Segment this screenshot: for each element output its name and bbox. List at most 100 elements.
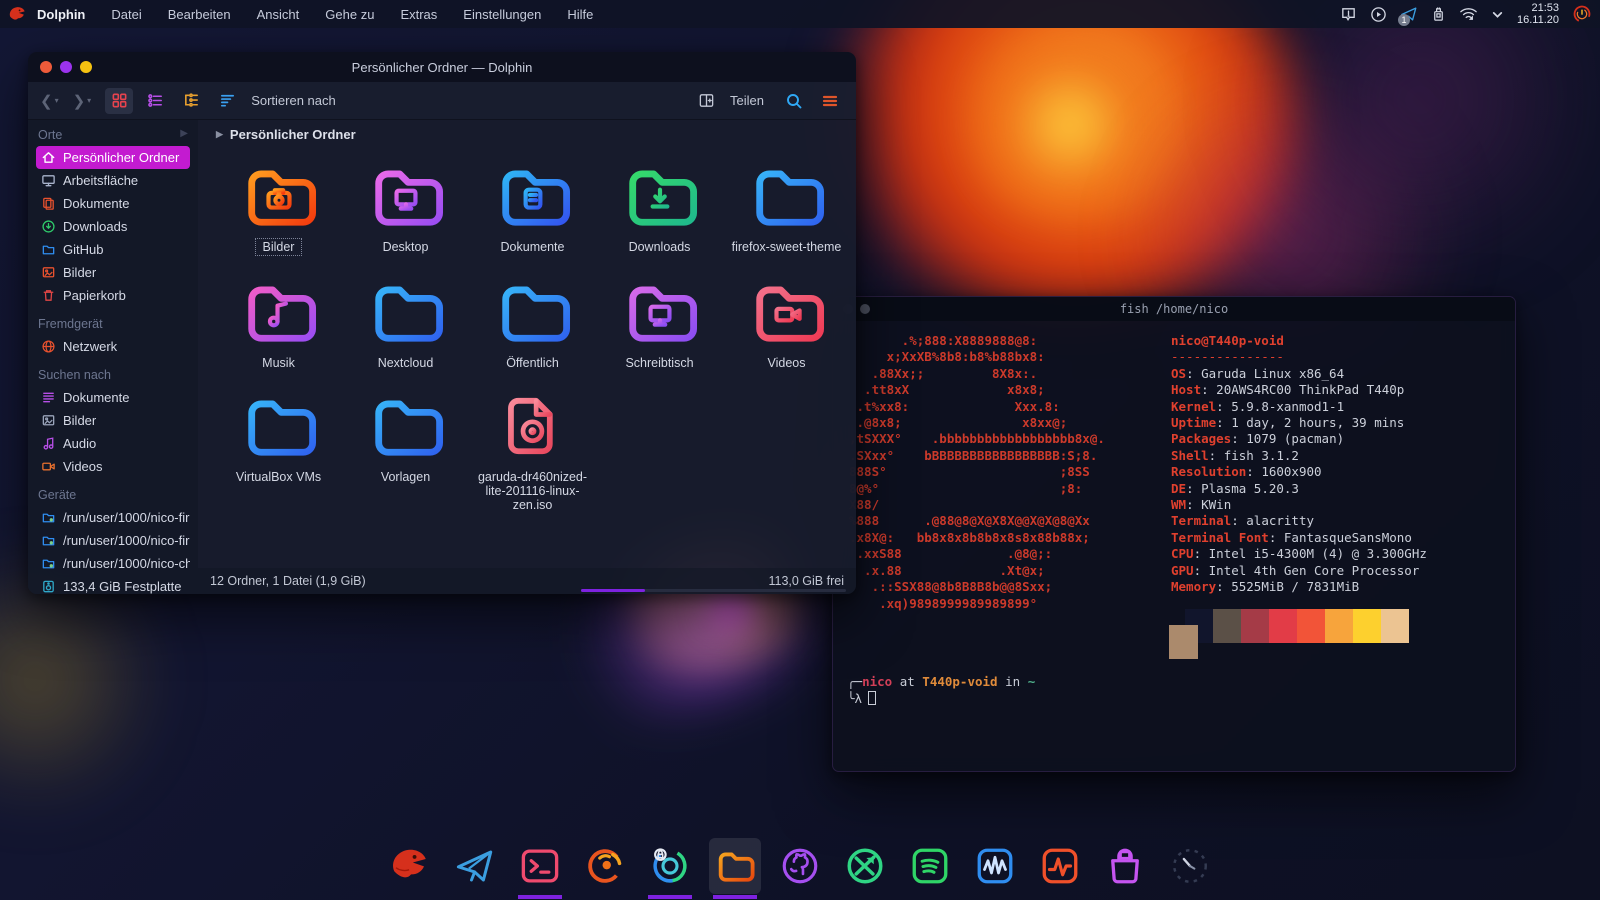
digital-clock[interactable]: 21:53 16.11.20	[1517, 2, 1559, 26]
split-view-icon[interactable]	[692, 88, 720, 114]
file-item-nextcloud[interactable]: Nextcloud	[343, 270, 468, 370]
neofetch-separator: ---------------	[1171, 349, 1427, 365]
dock-free-download-manager[interactable]	[839, 838, 891, 894]
sidebar-item-suche-dokumente[interactable]: Dokumente	[36, 386, 190, 409]
terminal-title: fish /home/nico	[833, 302, 1515, 316]
menu-gehe-zu[interactable]: Gehe zu	[325, 7, 374, 22]
dock-github[interactable]	[774, 838, 826, 894]
sidebar-item-mount-3[interactable]: /run/user/1000/nico-ch	[36, 552, 190, 575]
file-item-downloads[interactable]: Downloads	[597, 154, 722, 256]
compact-view-button[interactable]	[141, 88, 169, 114]
dolphin-titlebar[interactable]: Persönlicher Ordner — Dolphin	[28, 52, 856, 82]
share-button[interactable]: Teilen	[730, 93, 764, 108]
file-item-firefox-sweet-theme[interactable]: firefox-sweet-theme	[724, 154, 849, 256]
neofetch-info: nico@T440p-void --------------- OSGaruda…	[1171, 333, 1427, 596]
breadcrumb[interactable]: ▶ Persönlicher Ordner	[198, 120, 856, 148]
menu-extras[interactable]: Extras	[400, 7, 437, 22]
sidebar-item-arbeitsflaeche[interactable]: Arbeitsfläche	[36, 169, 190, 192]
firefox-icon	[584, 845, 626, 887]
dock	[384, 838, 1216, 894]
dock-wave-editor[interactable]	[969, 838, 1021, 894]
trash-icon	[41, 288, 56, 303]
file-item-dokumente[interactable]: Dokumente	[470, 154, 595, 256]
open-folder-icon	[378, 290, 439, 338]
terminal-color-palette	[1185, 609, 1409, 665]
sidebar-item-downloads[interactable]: Downloads	[36, 215, 190, 238]
back-button[interactable]: ❮▾	[40, 92, 65, 110]
sidebar-item-dokumente[interactable]: Dokumente	[36, 192, 190, 215]
details-view-button[interactable]	[177, 88, 205, 114]
icon-view-button[interactable]	[105, 88, 133, 114]
sidebar-item-mount-2[interactable]: /run/user/1000/nico-fir	[36, 529, 190, 552]
file-item-musik[interactable]: Musik	[216, 270, 341, 370]
menu-ansicht[interactable]: Ansicht	[257, 7, 300, 22]
media-player-icon[interactable]	[1370, 6, 1387, 23]
sidebar-item-papierkorb[interactable]: Papierkorb	[36, 284, 190, 307]
palette-swatch	[1353, 609, 1381, 643]
sidebar-item-suche-audio[interactable]: Audio	[36, 432, 190, 455]
file-grid: Bilder Desktop Dokumente Downloads firef	[198, 148, 856, 568]
telegram-badge: 1	[1398, 14, 1410, 26]
sidebar-item-suche-bilder[interactable]: Bilder	[36, 409, 190, 432]
sidebar-item-github[interactable]: GitHub	[36, 238, 190, 261]
dock-garuda-launcher[interactable]	[384, 838, 436, 894]
sidebar-item-netzwerk[interactable]: Netzwerk	[36, 335, 190, 358]
menu-einstellungen[interactable]: Einstellungen	[463, 7, 541, 22]
dock-clock[interactable]	[1164, 838, 1216, 894]
system-tray: 1 21:53 16.11.20	[1340, 2, 1600, 26]
clock-time: 21:53	[1517, 2, 1559, 14]
menu-hilfe[interactable]: Hilfe	[567, 7, 593, 22]
dock-dolphin-files[interactable]	[709, 838, 761, 894]
file-item-virtualbox-vms[interactable]: VirtualBox VMs	[216, 384, 341, 512]
sidebar-item-mount-1[interactable]: /run/user/1000/nico-fir	[36, 506, 190, 529]
file-item-videos[interactable]: Videos	[724, 270, 849, 370]
hamburger-menu-icon[interactable]	[816, 88, 844, 114]
hard-drive-icon	[41, 579, 56, 594]
images-icon	[41, 265, 56, 280]
garuda-eagle-icon	[389, 845, 431, 887]
notification-icon[interactable]	[1340, 6, 1357, 23]
dock-software-bag[interactable]	[1099, 838, 1151, 894]
file-item-vorlagen[interactable]: Vorlagen	[343, 384, 468, 512]
dock-terminal[interactable]	[514, 838, 566, 894]
files-folder-icon	[713, 844, 757, 888]
sidebar-item-persoenlicher-ordner[interactable]: Persönlicher Ordner	[36, 146, 190, 169]
dock-browser-guard[interactable]	[644, 838, 696, 894]
wifi-icon[interactable]	[1459, 6, 1478, 22]
sidebar-item-suche-videos[interactable]: Videos	[36, 455, 190, 478]
file-item-garuda-iso[interactable]: garuda-dr460nized-lite-201116-linux-zen.…	[470, 384, 595, 512]
file-item-bilder[interactable]: Bilder	[216, 154, 341, 256]
telegram-tray-icon[interactable]: 1	[1400, 5, 1418, 23]
palette-swatch	[1169, 625, 1198, 659]
menu-app-name[interactable]: Dolphin	[37, 7, 85, 22]
shell-prompt[interactable]: ╭─nico at T440p-void in ~ ╰λ	[847, 673, 1035, 707]
sort-by-button[interactable]: Sortieren nach	[251, 93, 336, 108]
dock-firefox[interactable]	[579, 838, 631, 894]
palette-swatch	[1269, 609, 1297, 643]
sidebar-item-bilder[interactable]: Bilder	[36, 261, 190, 284]
forward-button[interactable]: ❯▾	[73, 92, 98, 110]
sidebar-item-festplatte[interactable]: 133,4 GiB Festplatte	[36, 575, 190, 594]
status-free-space: 113,0 GiB frei	[768, 574, 844, 588]
mounted-folder-icon	[41, 510, 56, 525]
menu-bearbeiten[interactable]: Bearbeiten	[168, 7, 231, 22]
file-item-oeffentlich[interactable]: Öffentlich	[470, 270, 595, 370]
terminal-content[interactable]: .%;888:X8889888@8: x;XxXB%8b8:b8%b88bx8:…	[833, 321, 1515, 771]
tray-expander-chevron-icon[interactable]	[1491, 8, 1504, 21]
usb-device-icon[interactable]	[1431, 6, 1446, 23]
search-icon[interactable]	[780, 88, 808, 114]
analog-clock-icon	[1169, 845, 1211, 887]
sort-icon[interactable]	[213, 88, 241, 114]
panel-collapse-icon[interactable]: ▶	[180, 128, 188, 142]
section-title-suchen-nach: Suchen nach	[38, 368, 188, 382]
dock-telegram[interactable]	[449, 838, 501, 894]
file-item-desktop[interactable]: Desktop	[343, 154, 468, 256]
menu-datei[interactable]: Datei	[111, 7, 141, 22]
garuda-logo-icon[interactable]	[8, 5, 27, 24]
dock-spotify[interactable]	[904, 838, 956, 894]
terminal-titlebar[interactable]: fish /home/nico	[833, 297, 1515, 321]
dock-system-monitor[interactable]	[1034, 838, 1086, 894]
file-item-schreibtisch[interactable]: Schreibtisch	[597, 270, 722, 370]
power-button-icon[interactable]	[1572, 4, 1592, 24]
spotify-icon	[909, 845, 951, 887]
